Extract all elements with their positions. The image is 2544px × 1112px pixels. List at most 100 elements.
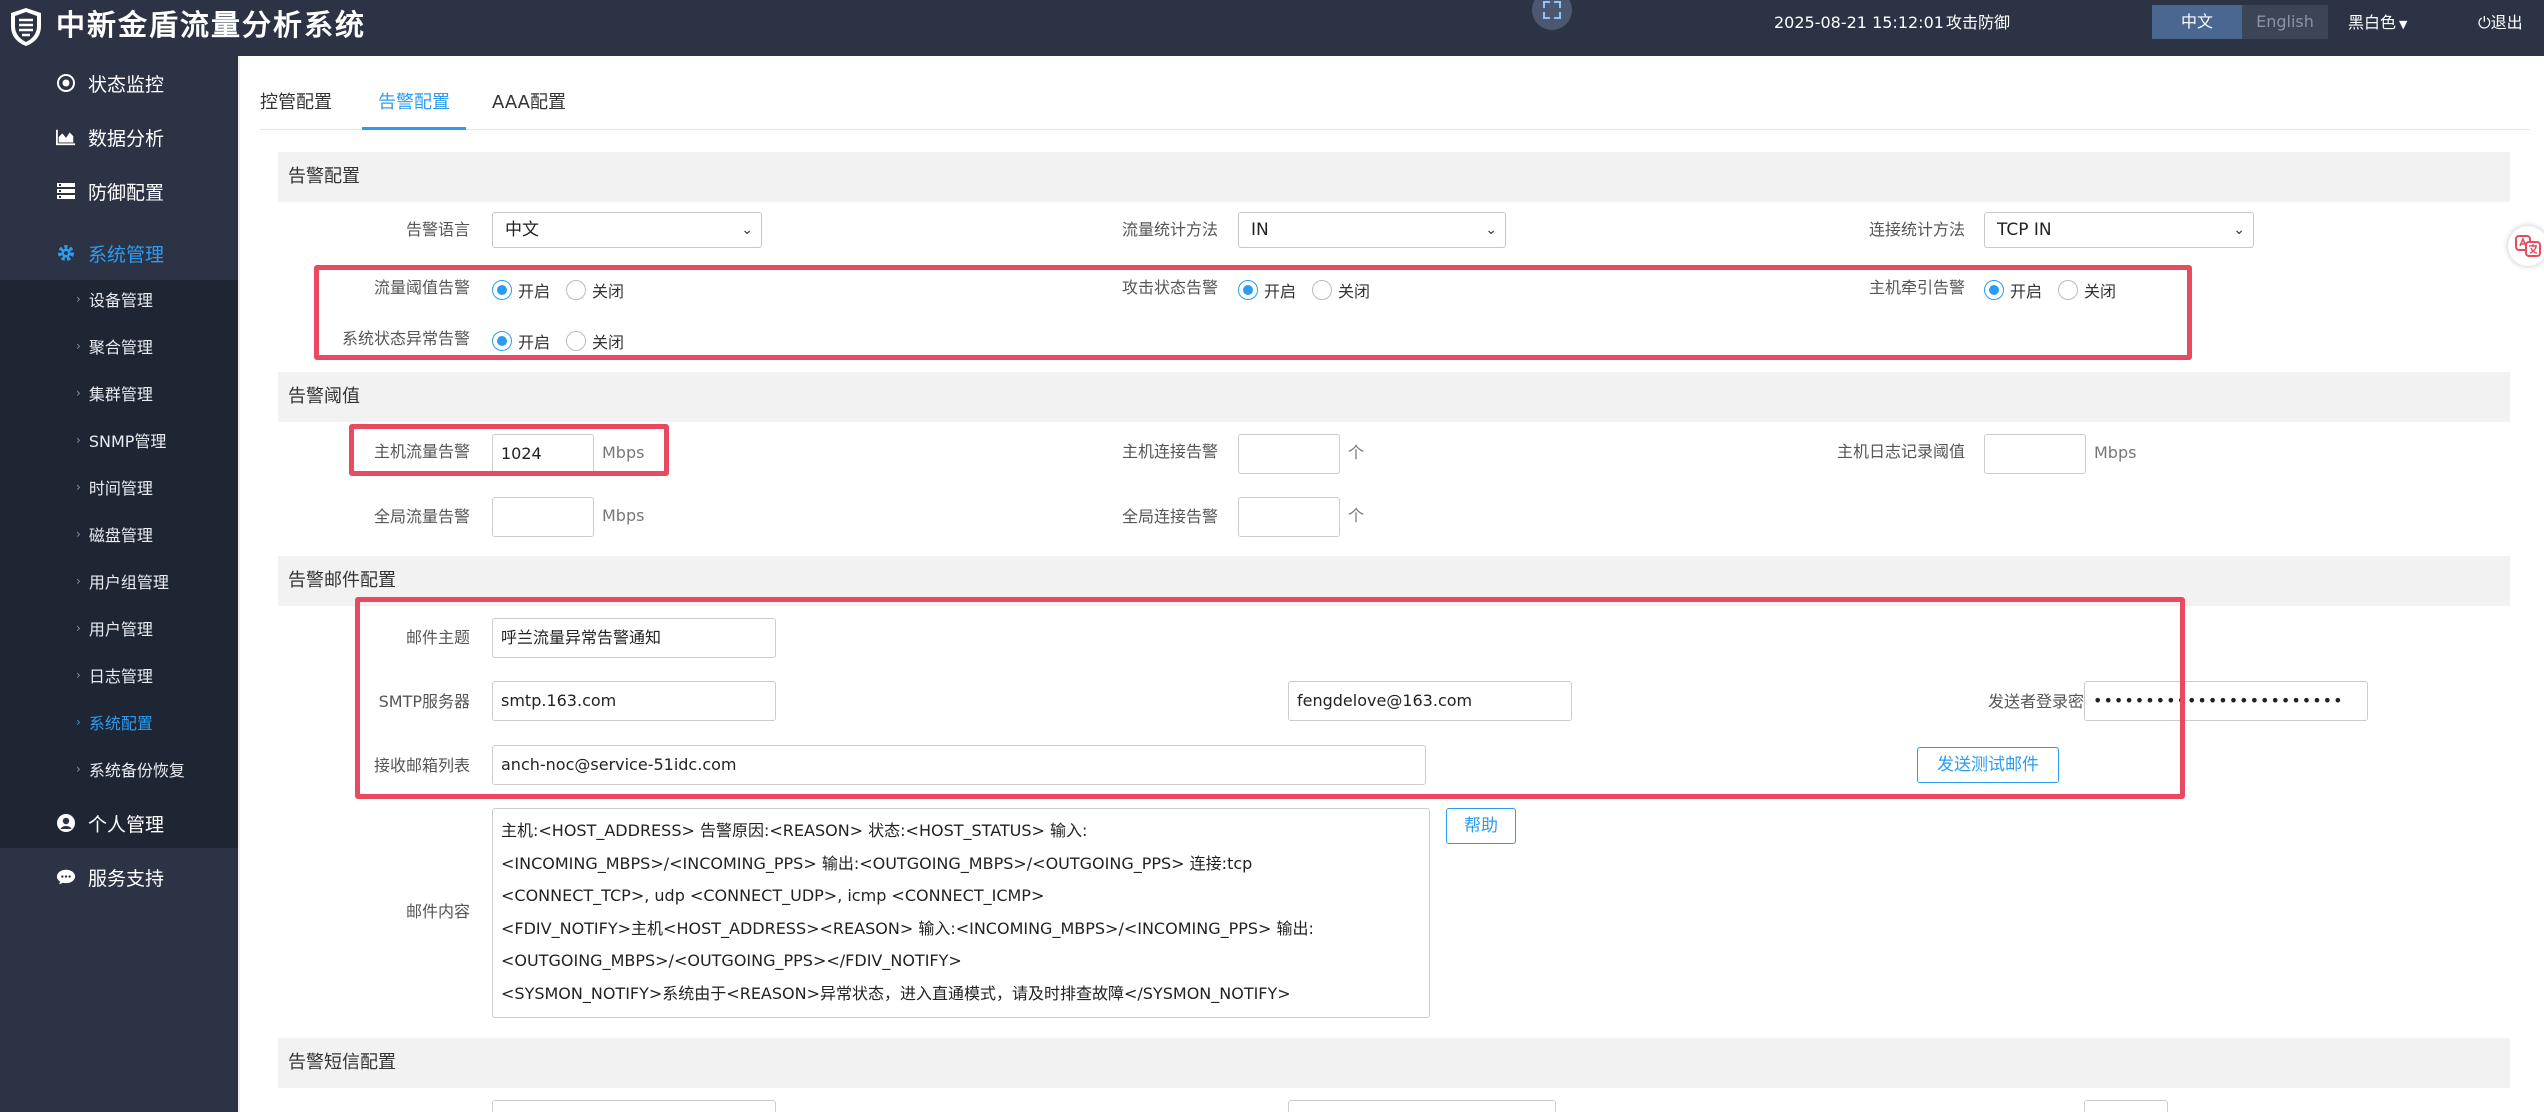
content-line: <INCOMING_MBPS>/<INCOMING_PPS> 输出:<OUTGO… xyxy=(501,853,1253,873)
lang-zh-button[interactable]: 中文 xyxy=(2152,5,2242,39)
sidebar-sub-item[interactable]: › 设备管理 xyxy=(0,275,238,322)
tab-aaa-config[interactable]: AAA配置 xyxy=(492,76,566,130)
radio-checked-icon xyxy=(492,331,512,351)
logout-label: 退出 xyxy=(2490,13,2523,32)
chevron-right-icon: › xyxy=(76,526,81,541)
attack-defense-link[interactable]: 攻击防御 xyxy=(1946,12,2010,34)
sidebar-item-personal[interactable]: 个人管理 xyxy=(0,796,238,850)
host-flow-input[interactable]: 1024 xyxy=(492,434,594,474)
target-icon xyxy=(56,73,76,93)
sms-field-input[interactable] xyxy=(2084,1100,2168,1112)
server-icon xyxy=(56,181,76,201)
sidebar-sub-item[interactable]: › 用户管理 xyxy=(0,604,238,651)
attack-state-off-radio[interactable]: 关闭 xyxy=(1312,278,1370,302)
conn-method-select[interactable]: TCP IN ⌄ xyxy=(1984,212,2254,248)
tab-control-config[interactable]: 控管配置 xyxy=(260,76,332,130)
mail-subject-input[interactable]: 呼兰流量异常告警通知 xyxy=(492,618,776,658)
chevron-down-icon: ⌄ xyxy=(741,222,753,238)
sender-username-input[interactable]: fengdelove@163.com xyxy=(1288,681,1572,721)
select-value: IN xyxy=(1251,220,1269,240)
sidebar-item-label: 个人管理 xyxy=(88,813,165,836)
chevron-down-icon: ⌄ xyxy=(2233,222,2245,238)
host-traction-off-radio[interactable]: 关闭 xyxy=(2058,278,2116,302)
sidebar-item-analysis[interactable]: 数据分析 xyxy=(0,110,238,164)
alert-language-select[interactable]: 中文 ⌄ xyxy=(492,212,762,248)
theme-dropdown[interactable]: 黑白色 ▼ xyxy=(2348,12,2407,36)
sidebar-sub-item-active[interactable]: › 系统配置 xyxy=(0,698,238,745)
flow-threshold-on-radio[interactable]: 开启 xyxy=(492,278,550,302)
sidebar-sub-item[interactable]: › SNMP管理 xyxy=(0,416,238,463)
global-conn-input[interactable] xyxy=(1238,497,1340,537)
host-traction-on-radio[interactable]: 开启 xyxy=(1984,278,2042,302)
tab-alert-config[interactable]: 告警配置 xyxy=(362,76,466,130)
sidebar-item-label: 状态监控 xyxy=(88,73,165,96)
flow-threshold-off-radio[interactable]: 关闭 xyxy=(566,278,624,302)
chevron-right-icon: › xyxy=(76,432,81,447)
shield-logo-icon xyxy=(11,8,41,46)
select-value: 中文 xyxy=(505,220,539,240)
radio-checked-icon xyxy=(492,280,512,300)
sms-field-input[interactable] xyxy=(492,1100,776,1112)
recipients-label: 接收邮箱列表 xyxy=(373,756,470,775)
radio-label: 关闭 xyxy=(2084,282,2117,301)
unit-label: Mbps xyxy=(602,506,645,525)
sidebar-sub-item[interactable]: › 集群管理 xyxy=(0,369,238,416)
radio-unchecked-icon xyxy=(2058,280,2078,300)
host-log-threshold-input[interactable] xyxy=(1984,434,2086,474)
sidebar-item-label: 系统管理 xyxy=(88,243,165,266)
send-test-mail-button[interactable]: 发送测试邮件 xyxy=(1917,747,2059,783)
radio-checked-icon xyxy=(1984,280,2004,300)
section-alert-config: 告警配置 xyxy=(278,152,2510,202)
radio-label: 开启 xyxy=(518,282,551,301)
host-conn-alert-label: 主机连接告警 xyxy=(1121,442,1218,461)
recipients-input[interactable]: anch-noc@service-51idc.com xyxy=(492,745,1426,785)
host-conn-input[interactable] xyxy=(1238,434,1340,474)
help-button[interactable]: 帮助 xyxy=(1446,808,1516,844)
content-line: <FDIV_NOTIFY>主机<HOST_ADDRESS><REASON> 输入… xyxy=(501,918,1314,938)
sidebar-sub-item[interactable]: › 用户组管理 xyxy=(0,557,238,604)
section-threshold: 告警阈值 xyxy=(278,372,2510,422)
radio-label: 开启 xyxy=(518,333,551,352)
sys-abnormal-off-radio[interactable]: 关闭 xyxy=(566,329,624,353)
sidebar-item-support[interactable]: 服务支持 xyxy=(0,850,238,904)
conn-method-label: 连接统计方法 xyxy=(1868,220,1965,239)
sms-field-input[interactable] xyxy=(1288,1100,1556,1112)
sidebar-sub-label: 用户组管理 xyxy=(88,572,169,592)
translate-icon[interactable] xyxy=(2508,226,2544,266)
section-mail: 告警邮件配置 xyxy=(278,556,2510,606)
attack-state-alert-label: 攻击状态告警 xyxy=(1121,278,1218,297)
mail-content-label: 邮件内容 xyxy=(405,902,470,921)
sender-password-input[interactable]: •••••••••••••••••••••••• xyxy=(2084,681,2368,721)
chevron-right-icon: › xyxy=(76,291,81,306)
sys-abnormal-on-radio[interactable]: 开启 xyxy=(492,329,550,353)
content-line: <OUTGOING_MBPS>/<OUTGOING_PPS></FDIV_NOT… xyxy=(501,951,962,970)
caret-down-icon: ▼ xyxy=(2399,18,2408,31)
sidebar-sub-item[interactable]: › 日志管理 xyxy=(0,651,238,698)
smtp-server-input[interactable]: smtp.163.com xyxy=(492,681,776,721)
flow-method-select[interactable]: IN ⌄ xyxy=(1238,212,1506,248)
global-flow-input[interactable] xyxy=(492,497,594,537)
sidebar-sub-label: 聚合管理 xyxy=(88,337,153,357)
sidebar-item-label: 服务支持 xyxy=(88,867,165,890)
area-chart-icon xyxy=(56,127,76,147)
sidebar-item-status[interactable]: 状态监控 xyxy=(0,56,238,110)
chevron-right-icon: › xyxy=(76,573,81,588)
sidebar-sub-item[interactable]: › 聚合管理 xyxy=(0,322,238,369)
host-log-threshold-label: 主机日志记录阈值 xyxy=(1836,442,1965,461)
logout-button[interactable]: ⏻退出 xyxy=(2478,12,2523,34)
tab-bar: 控管配置 告警配置 AAA配置 xyxy=(260,76,2530,130)
radio-unchecked-icon xyxy=(566,280,586,300)
sidebar-sub-item[interactable]: › 时间管理 xyxy=(0,463,238,510)
sidebar-item-defense[interactable]: 防御配置 xyxy=(0,164,238,218)
sidebar-item-system[interactable]: 系统管理 xyxy=(0,226,238,280)
sidebar-sub-item[interactable]: › 磁盘管理 xyxy=(0,510,238,557)
mail-content-textarea[interactable]: 主机:<HOST_ADDRESS> 告警原因:<REASON> 状态:<HOST… xyxy=(492,808,1430,1018)
sidebar-sub-item[interactable]: › 系统备份恢复 xyxy=(0,745,238,792)
fullscreen-icon[interactable] xyxy=(1532,0,1572,30)
attack-state-on-radio[interactable]: 开启 xyxy=(1238,278,1296,302)
chevron-right-icon: › xyxy=(76,338,81,353)
lang-en-button[interactable]: English xyxy=(2242,5,2328,39)
chevron-right-icon: › xyxy=(76,385,81,400)
sidebar-sub-label: SNMP管理 xyxy=(88,431,167,451)
radio-label: 开启 xyxy=(2010,282,2043,301)
